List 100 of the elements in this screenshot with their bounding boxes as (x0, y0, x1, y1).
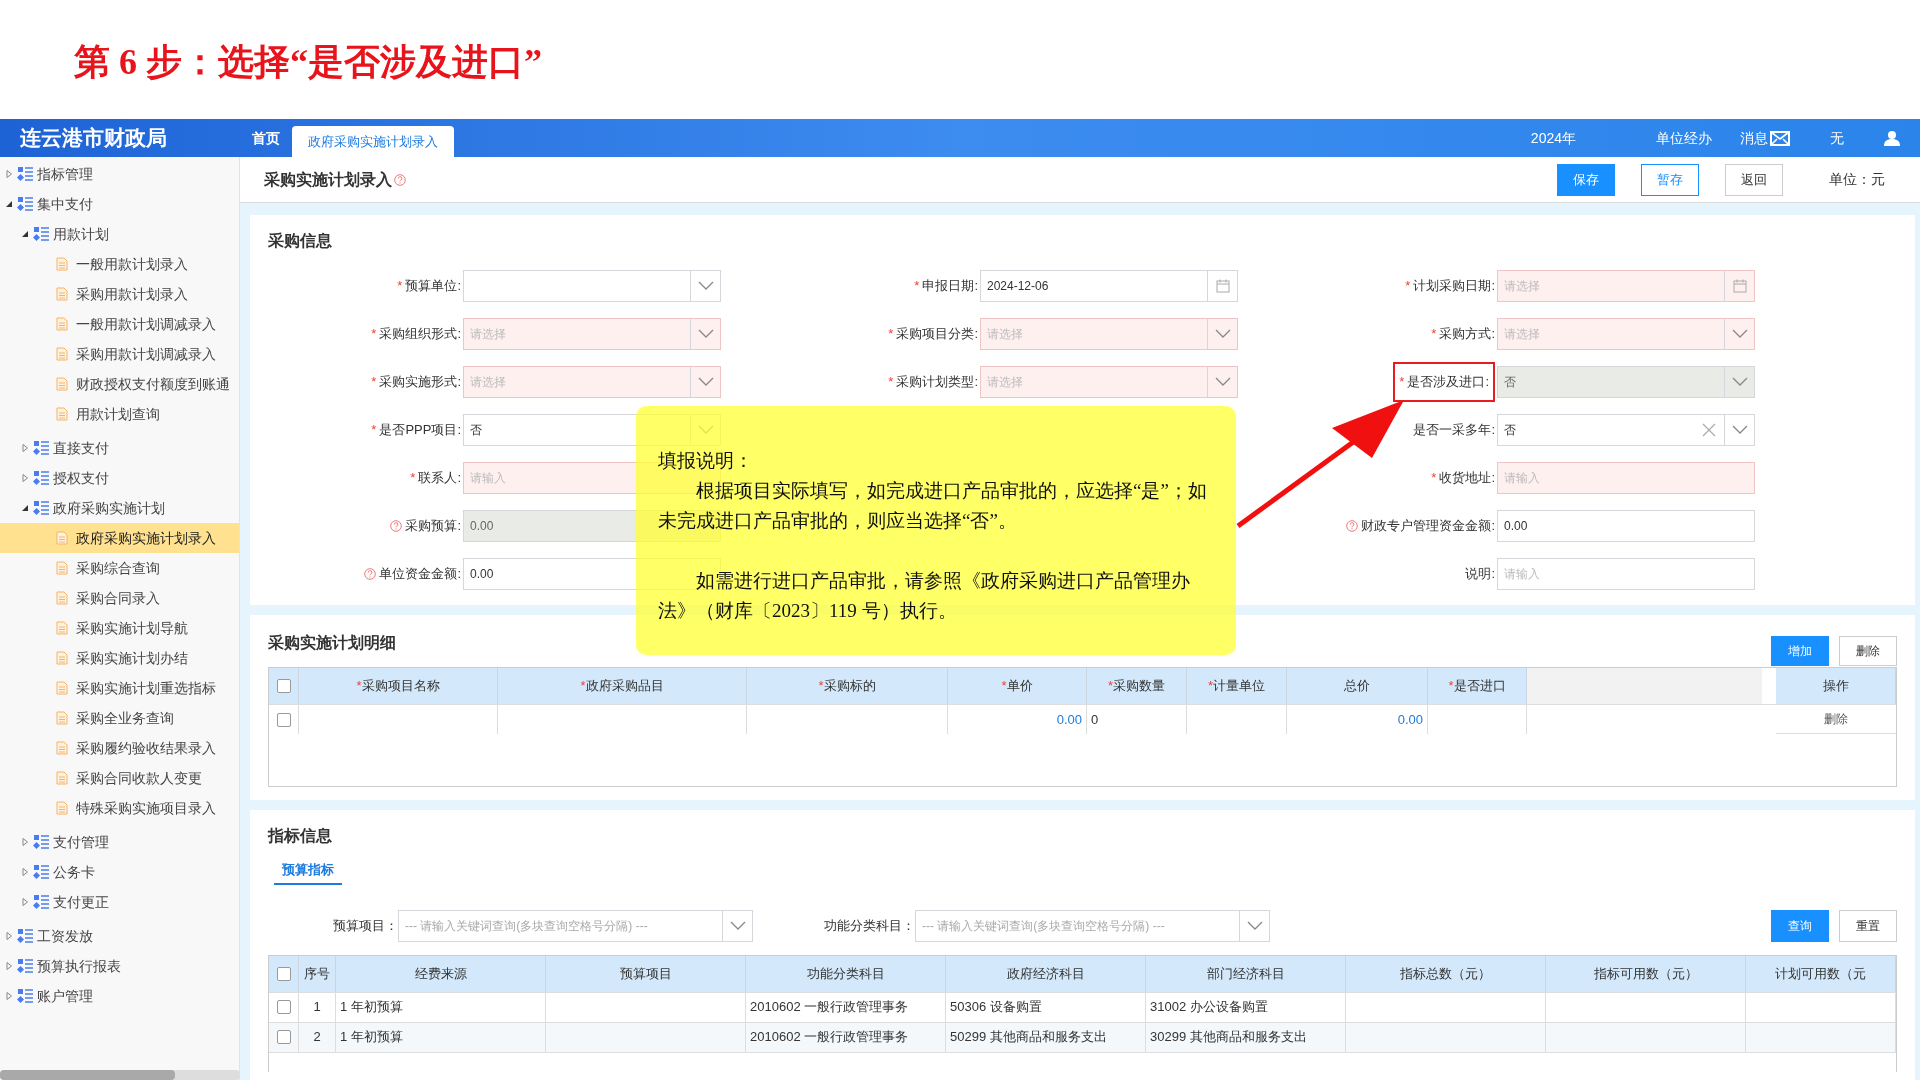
scrollbar-thumb[interactable] (0, 1070, 175, 1080)
help-icon[interactable] (364, 568, 377, 580)
clear-icon[interactable] (1702, 423, 1716, 437)
sidebar-item[interactable]: 政府采购实施计划录入 (0, 523, 239, 553)
user-name: 无 (1830, 128, 1844, 148)
sidebar-item[interactable]: 一般用款计划录入 (0, 249, 239, 279)
checkbox[interactable] (276, 1030, 291, 1044)
messages-button[interactable]: 消息 (1740, 127, 1790, 149)
required-mark: * (914, 277, 920, 296)
chevron-down-icon[interactable] (697, 329, 714, 339)
collapsed-arrow-icon (4, 961, 14, 971)
sidebar-item[interactable]: 工资发放 (0, 921, 239, 951)
sidebar-item[interactable]: 支付管理 (0, 827, 239, 857)
expanded-arrow-icon (20, 503, 30, 513)
sidebar-item[interactable]: 直接支付 (0, 433, 239, 463)
table-cell: 0 (1087, 705, 1187, 734)
sidebar-item[interactable]: 用款计划查询 (0, 399, 239, 429)
sidebar-item[interactable]: 集中支付 (0, 189, 239, 219)
sidebar-item[interactable]: 财政授权支付额度到账通 (0, 369, 239, 399)
calendar-icon[interactable] (1215, 279, 1230, 293)
column-header: 指标总数（元） (1346, 955, 1546, 992)
column-header: *计量单位 (1187, 668, 1287, 704)
sidebar-item[interactable]: 支付更正 (0, 887, 239, 917)
sidebar-item[interactable]: 指标管理 (0, 159, 239, 189)
nav-tab[interactable]: 政府采购实施计划录入 (292, 126, 454, 157)
select-field[interactable]: 否 (1497, 414, 1755, 446)
checkbox[interactable] (276, 1000, 291, 1014)
sidebar-item[interactable]: 用款计划 (0, 219, 239, 249)
table-cell: 50299 其他商品和服务支出 (946, 1022, 1146, 1052)
table-cell: 2010602 一般行政管理事务 (746, 1022, 946, 1052)
chevron-down-icon[interactable] (697, 281, 714, 291)
sidebar-item[interactable]: 政府采购实施计划 (0, 493, 239, 523)
sidebar-item[interactable]: 特殊采购实施项目录入 (0, 793, 239, 823)
collapsed-arrow-icon (20, 443, 30, 453)
column-header: 指标可用数（元） (1546, 955, 1746, 992)
chevron-down-icon[interactable] (1731, 329, 1748, 339)
user-icon[interactable] (1884, 130, 1900, 146)
sidebar-item[interactable]: 采购履约验收结果录入 (0, 733, 239, 763)
field-label: 采购实施形式: (379, 373, 461, 392)
sidebar-item[interactable]: 采购用款计划录入 (0, 279, 239, 309)
chevron-down-icon[interactable] (1731, 425, 1748, 435)
expanded-arrow-icon (20, 229, 30, 239)
list-icon (17, 196, 34, 212)
document-icon (56, 651, 68, 665)
chevron-down-icon[interactable] (1246, 920, 1263, 931)
required-mark: * (371, 325, 377, 344)
sidebar-item[interactable]: 采购合同收款人变更 (0, 763, 239, 793)
document-icon (56, 347, 68, 361)
help-icon[interactable] (394, 173, 406, 186)
table-cell: 50306 设备购置 (946, 992, 1146, 1022)
sidebar-item[interactable]: 采购综合查询 (0, 553, 239, 583)
field-label: 预算单位: (405, 277, 461, 296)
sidebar-item[interactable]: 授权支付 (0, 463, 239, 493)
document-icon (56, 621, 68, 635)
list-icon (33, 226, 50, 242)
sidebar-item[interactable]: 预算执行报表 (0, 951, 239, 981)
sidebar-item[interactable]: 采购实施计划办结 (0, 643, 239, 673)
section-title: 采购实施计划明细 (268, 633, 396, 653)
list-icon (33, 834, 50, 850)
nav-tab[interactable]: 首页 (240, 119, 292, 157)
tab[interactable]: 预算指标 (274, 860, 342, 885)
document-icon (56, 377, 68, 391)
date-field[interactable]: 2024-12-06 (980, 270, 1238, 302)
checkbox[interactable] (276, 712, 291, 727)
checkbox[interactable] (276, 679, 291, 693)
sidebar-item[interactable]: 采购实施计划导航 (0, 613, 239, 643)
page-title: 采购实施计划录入 (264, 169, 392, 190)
table-button[interactable]: 删除 (1839, 636, 1897, 666)
chevron-down-icon[interactable] (697, 377, 714, 387)
document-icon (56, 287, 68, 301)
field-label: 采购方式: (1439, 325, 1495, 344)
calendar-icon[interactable] (1732, 279, 1747, 293)
sidebar-item[interactable]: 采购实施计划重选指标 (0, 673, 239, 703)
field-label: 财政专户管理资金金额: (1361, 517, 1495, 536)
checkbox[interactable] (276, 966, 291, 981)
filter-button[interactable]: 重置 (1839, 909, 1897, 942)
table-cell: 2 (299, 1022, 336, 1052)
column-header: 预算项目 (546, 955, 746, 992)
table-cell: 0.00 (1287, 705, 1428, 734)
section-title: 采购信息 (268, 231, 332, 251)
help-icon[interactable] (1346, 520, 1359, 532)
step-title: 第 6 步：选择“是否涉及进口” (74, 40, 542, 84)
required-mark: * (1431, 325, 1437, 344)
delete-link[interactable]: 删除 (1824, 710, 1848, 728)
column-header: 部门经济科目 (1146, 955, 1346, 992)
chevron-down-icon[interactable] (1214, 329, 1231, 339)
sidebar-item[interactable]: 采购全业务查询 (0, 703, 239, 733)
field-label: 单位资金金额: (379, 565, 461, 584)
select-field[interactable] (463, 270, 721, 302)
sidebar-item[interactable]: 采购用款计划调减录入 (0, 339, 239, 369)
sidebar-item[interactable]: 公务卡 (0, 857, 239, 887)
chevron-down-icon[interactable] (729, 920, 746, 931)
chevron-down-icon[interactable] (1214, 377, 1231, 387)
column-header: 经费来源 (336, 955, 546, 992)
toolbar-button[interactable]: 返回 (1725, 163, 1783, 196)
sidebar-item[interactable]: 一般用款计划调减录入 (0, 309, 239, 339)
sidebar-item[interactable]: 账户管理 (0, 981, 239, 1011)
input-field[interactable]: 0.00 (1497, 510, 1755, 542)
role-label[interactable]: 单位经办 (1656, 127, 1712, 149)
sidebar-item[interactable]: 采购合同录入 (0, 583, 239, 613)
